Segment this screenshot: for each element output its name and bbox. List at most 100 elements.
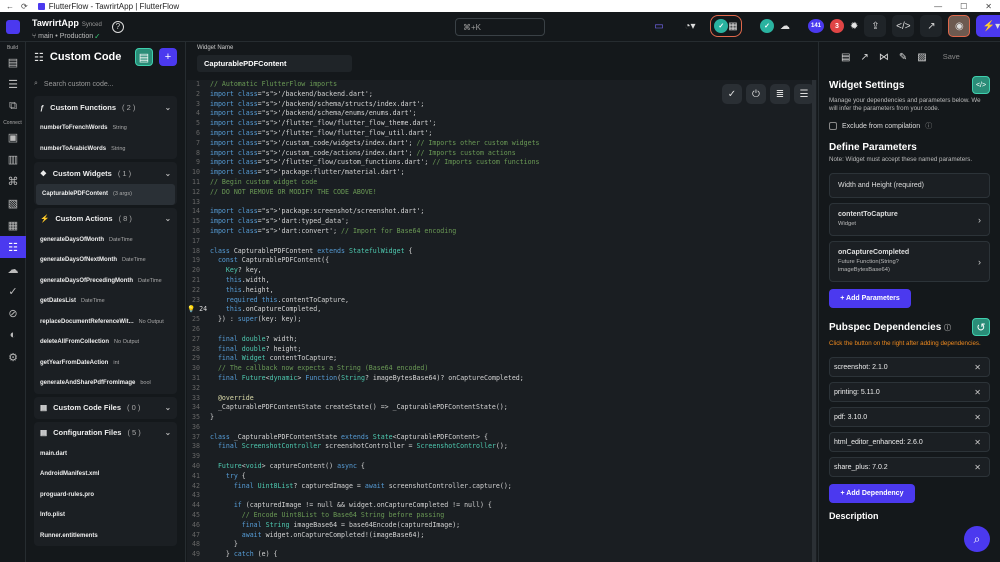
code-line[interactable]: 42 final Uint8List? capturedImage = awai…: [187, 482, 817, 492]
code-line[interactable]: 43: [187, 491, 817, 501]
code-line[interactable]: 18 class CapturablePDFContent extends Sta…: [187, 247, 817, 257]
tests-icon[interactable]: ✓: [0, 280, 26, 302]
languages-icon[interactable]: ⊘: [0, 302, 26, 324]
help-icon[interactable]: ?: [111, 20, 124, 33]
code-line[interactable]: 46 final String imageBase64 = base64Enco…: [187, 521, 817, 531]
open-external-icon[interactable]: ↗: [920, 15, 943, 37]
file-view-button[interactable]: ▤: [135, 48, 153, 66]
code-line[interactable]: 44 if (capturedImage != null && widget.o…: [187, 501, 817, 511]
code-line[interactable]: 19 const CapturablePDFContent({: [187, 256, 817, 266]
list-icon[interactable]: ☰: [0, 73, 26, 95]
reset-code-icon[interactable]: ⏻: [746, 84, 766, 104]
code-toggle-button[interactable]: </>: [972, 76, 990, 94]
code-line[interactable]: 20 Key? key,: [187, 266, 817, 276]
list-item[interactable]: generateDaysOfNextMonth DateTime: [34, 250, 177, 271]
code-line[interactable]: 7 import class="s">'/custom_code/widgets/…: [187, 139, 817, 149]
remove-icon[interactable]: ✕: [974, 363, 981, 372]
history-icon[interactable]: ◔▾: [676, 15, 704, 37]
code-line[interactable]: 4 import class="s">'/backend/schema/enums…: [187, 109, 817, 119]
code-line[interactable]: 9 import class="s">'/flutter_flow/custom_…: [187, 158, 817, 168]
editor-scrollbar[interactable]: [811, 80, 817, 562]
custom-widgets-header[interactable]: ❖ Custom Widgets ( 1 ) ⌄: [34, 162, 177, 184]
bug-icon[interactable]: ✹: [850, 21, 858, 32]
run-menu-button[interactable]: ⚡▾: [976, 15, 1000, 37]
code-line[interactable]: 11 // Begin custom widget code: [187, 178, 817, 188]
list-item[interactable]: Info.plist: [34, 505, 177, 526]
list-item[interactable]: numberToFrenchWords String: [34, 118, 177, 139]
code-line[interactable]: 10 import class="s">'package:flutter/mate…: [187, 168, 817, 178]
remove-icon[interactable]: ✕: [974, 463, 981, 472]
code-line[interactable]: 6 import class="s">'/flutter_flow/flutter…: [187, 129, 817, 139]
cloud-icon[interactable]: ☁: [0, 258, 26, 280]
code-line[interactable]: 12 // DO NOT REMOVE OR MODIFY THE CODE AB…: [187, 188, 817, 198]
search-help-fab[interactable]: ⌕: [964, 526, 990, 552]
custom-code-search[interactable]: ⌕ Search custom code...: [34, 76, 177, 92]
code-line[interactable]: 47 await widget.onCaptureCompleted!(imag…: [187, 531, 817, 541]
list-item[interactable]: AndroidManifest.xml: [34, 464, 177, 485]
list-item[interactable]: generateDaysOfMonth DateTime: [34, 230, 177, 251]
dependency-item[interactable]: pdf: 3.10.0 ✕: [829, 407, 990, 427]
storage-icon[interactable]: ▦: [0, 214, 26, 236]
code-line[interactable]: 37 class _CapturablePDFContentState exten…: [187, 433, 817, 443]
code-line[interactable]: 17: [187, 237, 817, 247]
theme-icon[interactable]: ◐: [0, 324, 26, 346]
settings-icon[interactable]: ⚙: [0, 346, 26, 368]
preview-icon[interactable]: ◉: [948, 15, 971, 37]
tables-icon[interactable]: ▥: [0, 148, 26, 170]
code-line[interactable]: 26: [187, 325, 817, 335]
list-item[interactable]: getYearFromDateAction int: [34, 353, 177, 374]
list-item[interactable]: replaceDocumentReferenceWit... No Output: [34, 312, 177, 333]
code-line[interactable]: 22 this.height,: [187, 286, 817, 296]
list-item[interactable]: getDatesList DateTime: [34, 291, 177, 312]
code-editor[interactable]: 1 // Automatic FlutterFlow imports 2 import…: [187, 80, 817, 562]
code-line[interactable]: 15 import class="s">'dart:typed_data';: [187, 217, 817, 227]
parameter-card[interactable]: onCaptureCompleted Future Function(Strin…: [829, 241, 990, 282]
code-line[interactable]: 31 final Future<dynamic> Function(String…: [187, 374, 817, 384]
add-dependency-button[interactable]: + Add Dependency: [829, 484, 915, 503]
checkbox-box[interactable]: [829, 122, 837, 130]
code-line[interactable]: 36: [187, 423, 817, 433]
add-parameters-button[interactable]: + Add Parameters: [829, 289, 911, 308]
code-line[interactable]: 16 import class="s">'dart:convert'; // Im…: [187, 227, 817, 237]
errors-badge[interactable]: 3: [830, 19, 844, 33]
code-line[interactable]: 25 }) : super(key: key);: [187, 315, 817, 325]
list-item[interactable]: deleteAllFromCollection No Output: [34, 332, 177, 353]
custom-code-icon[interactable]: ☷: [0, 236, 26, 258]
width-height-parameter[interactable]: Width and Height (required): [829, 173, 990, 198]
comment-icon[interactable]: ▭: [648, 15, 670, 37]
chat-icon[interactable]: ☁: [780, 21, 790, 32]
configuration-files-header[interactable]: ▤ Configuration Files ( 5 ) ⌄: [34, 422, 177, 444]
dependency-item[interactable]: html_editor_enhanced: 2.6.0 ✕: [829, 432, 990, 452]
code-line[interactable]: 8 import class="s">'/custom_code/actions/…: [187, 149, 817, 159]
command-search[interactable]: ⌘+K: [455, 18, 545, 36]
add-code-button[interactable]: +: [159, 48, 177, 66]
agent-icon[interactable]: ✓ ▦: [710, 15, 742, 37]
custom-functions-header[interactable]: ƒ Custom Functions ( 2 ) ⌄: [34, 96, 177, 118]
widget-tree-icon[interactable]: ▤: [0, 51, 26, 73]
code-line[interactable]: 14 import class="s">'package:screenshot/s…: [187, 207, 817, 217]
code-line[interactable]: 45 // Encode Uint8List to Base64 String …: [187, 511, 817, 521]
code-line[interactable]: 41 try {: [187, 472, 817, 482]
list-item[interactable]: numberToArabicWords String: [34, 139, 177, 160]
code-line[interactable]: 💡 24 this.onCaptureCompleted,: [187, 305, 817, 315]
minimize-icon[interactable]: —: [934, 2, 942, 11]
parameter-card[interactable]: contentToCapture Widget ›: [829, 203, 990, 236]
reload-icon[interactable]: ⟳: [21, 2, 28, 11]
tools-icon[interactable]: ✎: [899, 52, 907, 72]
custom-actions-header[interactable]: ⚡ Custom Actions ( 8 ) ⌄: [34, 208, 177, 230]
save-button[interactable]: Save: [943, 52, 960, 72]
open-external-icon[interactable]: ↗: [860, 52, 868, 72]
exclude-compilation-checkbox[interactable]: Exclude from compilation ⓘ: [829, 121, 990, 131]
check-code-icon[interactable]: ✓: [722, 84, 742, 104]
code-line[interactable]: 49 } catch (e) {: [187, 550, 817, 560]
code-line[interactable]: 21 this.width,: [187, 276, 817, 286]
code-line[interactable]: 33 @override: [187, 394, 817, 404]
code-line[interactable]: 13: [187, 198, 817, 208]
dependency-item[interactable]: screenshot: 2.1.0 ✕: [829, 357, 990, 377]
deploy-ok-icon[interactable]: ✓: [760, 19, 774, 33]
code-line[interactable]: 34 _CapturablePDFContentState createStat…: [187, 403, 817, 413]
code-line[interactable]: 32: [187, 384, 817, 394]
components-icon[interactable]: ⧉: [0, 95, 26, 117]
code-line[interactable]: 29 final Widget contentToCapture;: [187, 354, 817, 364]
dependency-item[interactable]: share_plus: 7.0.2 ✕: [829, 457, 990, 477]
